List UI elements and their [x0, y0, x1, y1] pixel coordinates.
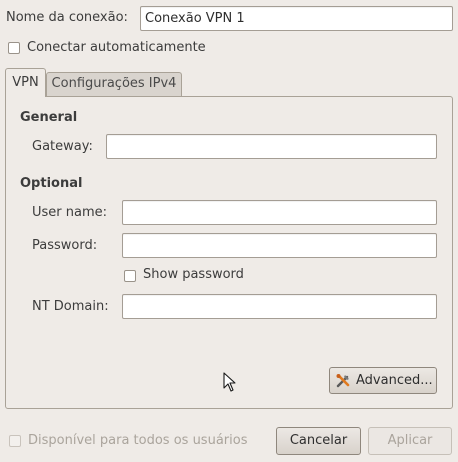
cancel-button[interactable]: Cancelar: [276, 427, 361, 455]
general-heading: General: [20, 110, 78, 125]
show-password-label: Show password: [143, 267, 244, 282]
apply-button[interactable]: Aplicar: [368, 427, 452, 455]
gateway-label: Gateway:: [32, 139, 93, 154]
optional-heading: Optional: [20, 176, 83, 191]
show-password-check[interactable]: [124, 270, 136, 282]
username-label: User name:: [32, 205, 108, 220]
gateway-input[interactable]: [106, 134, 437, 159]
connection-name-label: Nome da conexão:: [6, 10, 128, 25]
auto-connect-label: Conectar automaticamente: [27, 40, 206, 55]
advanced-button-label: Advanced...: [356, 373, 433, 388]
all-users-check[interactable]: [9, 435, 21, 447]
mouse-pointer-icon: [223, 372, 236, 392]
username-input[interactable]: [122, 200, 437, 225]
advanced-button[interactable]: Advanced...: [329, 367, 437, 394]
connection-name-input[interactable]: [140, 6, 453, 31]
tools-icon: [336, 374, 350, 388]
nt-domain-label: NT Domain:: [32, 299, 109, 314]
all-users-label: Disponível para todos os usuários: [28, 433, 248, 448]
auto-connect-check[interactable]: [8, 42, 20, 54]
tab-ipv4-settings[interactable]: Configurações IPv4: [46, 72, 182, 96]
password-label: Password:: [32, 238, 98, 253]
tab-vpn[interactable]: VPN: [5, 68, 46, 97]
password-input[interactable]: [122, 233, 437, 258]
nt-domain-input[interactable]: [122, 294, 437, 319]
